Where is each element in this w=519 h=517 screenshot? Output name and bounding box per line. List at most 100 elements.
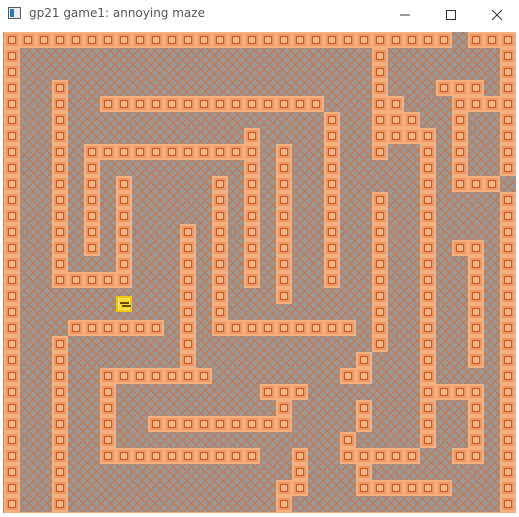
- maze-wall-block: [4, 176, 20, 192]
- maze-wall-block: [372, 336, 388, 352]
- maze-wall-block: [4, 144, 20, 160]
- maze-wall-block: [148, 448, 164, 464]
- maze-wall-block: [148, 144, 164, 160]
- maze-wall-block: [148, 96, 164, 112]
- maze-wall-block: [4, 304, 20, 320]
- maze-wall-block: [388, 128, 404, 144]
- maze-wall-block: [212, 256, 228, 272]
- maze-wall-block: [324, 240, 340, 256]
- maze-wall-block: [484, 96, 500, 112]
- maze-wall-block: [452, 240, 468, 256]
- maze-wall-block: [4, 384, 20, 400]
- maze-wall-block: [436, 480, 452, 496]
- maze-wall-block: [500, 304, 516, 320]
- maze-wall-block: [356, 448, 372, 464]
- player-character[interactable]: [116, 296, 132, 312]
- maze-wall-block: [308, 96, 324, 112]
- maze-wall-block: [84, 512, 100, 513]
- maze-wall-block: [132, 368, 148, 384]
- maze-wall-block: [356, 416, 372, 432]
- maze-wall-block: [4, 80, 20, 96]
- maze-wall-block: [276, 320, 292, 336]
- maze-wall-block: [388, 96, 404, 112]
- maze-board[interactable]: [3, 32, 516, 513]
- maze-wall-block: [500, 224, 516, 240]
- maze-wall-block: [4, 432, 20, 448]
- maze-wall-block: [500, 480, 516, 496]
- maze-wall-block: [212, 96, 228, 112]
- maze-wall-block: [116, 368, 132, 384]
- maze-wall-block: [372, 320, 388, 336]
- maze-wall-block: [340, 32, 356, 48]
- maze-wall-block: [372, 48, 388, 64]
- maze-wall-block: [180, 416, 196, 432]
- maze-wall-block: [52, 176, 68, 192]
- maze-wall-block: [420, 240, 436, 256]
- maze-wall-block: [372, 240, 388, 256]
- close-button[interactable]: [474, 0, 519, 30]
- maze-wall-block: [148, 416, 164, 432]
- maze-wall-block: [212, 32, 228, 48]
- maze-wall-block: [276, 32, 292, 48]
- maze-wall-block: [420, 144, 436, 160]
- maze-wall-block: [52, 512, 68, 513]
- maze-wall-block: [500, 368, 516, 384]
- maze-wall-block: [164, 512, 180, 513]
- maze-wall-block: [4, 448, 20, 464]
- maze-wall-block: [116, 512, 132, 513]
- maze-wall-block: [324, 32, 340, 48]
- maze-wall-block: [52, 480, 68, 496]
- maze-wall-block: [52, 448, 68, 464]
- maze-wall-block: [356, 400, 372, 416]
- maze-wall-block: [276, 416, 292, 432]
- maze-wall-block: [52, 96, 68, 112]
- maze-wall-block: [84, 176, 100, 192]
- minimize-button[interactable]: [382, 0, 428, 30]
- maze-wall-block: [468, 240, 484, 256]
- title-bar[interactable]: gp21 game1: annoying maze: [0, 0, 519, 30]
- game-window: gp21 game1: annoying maze: [0, 0, 519, 517]
- maze-wall-block: [468, 400, 484, 416]
- maze-wall-block: [4, 496, 20, 512]
- maze-wall-block: [420, 432, 436, 448]
- maze-wall-block: [4, 192, 20, 208]
- maze-wall-block: [372, 512, 388, 513]
- maze-wall-block: [420, 192, 436, 208]
- maze-wall-block: [244, 128, 260, 144]
- maze-wall-block: [52, 32, 68, 48]
- maze-wall-block: [180, 352, 196, 368]
- maze-wall-block: [36, 32, 52, 48]
- maze-wall-block: [4, 400, 20, 416]
- maze-wall-block: [388, 512, 404, 513]
- maze-wall-block: [260, 416, 276, 432]
- maze-wall-block: [372, 112, 388, 128]
- maze-wall-block: [420, 480, 436, 496]
- maze-wall-block: [4, 288, 20, 304]
- maze-wall-block: [420, 304, 436, 320]
- maze-wall-block: [468, 32, 484, 48]
- maze-wall-block: [500, 416, 516, 432]
- maze-wall-block: [4, 416, 20, 432]
- maze-wall-block: [468, 448, 484, 464]
- maze-wall-block: [52, 240, 68, 256]
- maximize-icon: [446, 10, 456, 20]
- maximize-button[interactable]: [428, 0, 474, 30]
- maze-wall-block: [404, 480, 420, 496]
- maze-wall-block: [100, 368, 116, 384]
- maze-wall-block: [500, 144, 516, 160]
- maze-wall-block: [100, 144, 116, 160]
- maze-wall-block: [132, 96, 148, 112]
- maze-wall-block: [308, 512, 324, 513]
- maze-wall-block: [340, 320, 356, 336]
- maze-wall-block: [260, 512, 276, 513]
- maze-wall-block: [52, 128, 68, 144]
- maze-wall-block: [452, 384, 468, 400]
- maze-wall-block: [436, 80, 452, 96]
- maze-wall-block: [468, 256, 484, 272]
- maze-wall-block: [52, 80, 68, 96]
- maze-wall-block: [84, 320, 100, 336]
- maze-wall-block: [324, 256, 340, 272]
- maze-wall-block: [4, 32, 20, 48]
- maze-wall-block: [500, 128, 516, 144]
- maze-wall-block: [164, 96, 180, 112]
